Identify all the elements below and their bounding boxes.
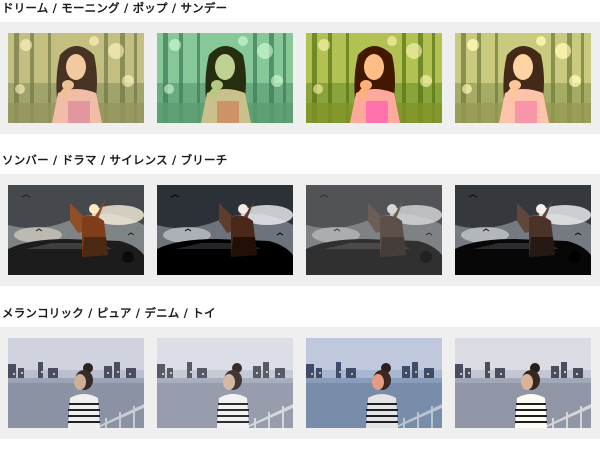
girl-pier-image [8,338,144,428]
thumbnail-pop[interactable] [306,33,442,123]
person-on-car-image [455,185,591,275]
thumbnail-sonbar[interactable] [8,185,144,275]
thumbnail-bleach[interactable] [455,185,591,275]
section-title-1: ドリーム / モーニング / ポップ / サンデー [2,1,228,15]
thumbnail-silence[interactable] [306,185,442,275]
thumbnail-dream[interactable] [8,33,144,123]
portrait-forest-image [455,33,591,123]
person-on-car-image [8,185,144,275]
girl-pier-image [306,338,442,428]
portrait-forest-image [8,33,144,123]
person-on-car-image [157,185,293,275]
person-on-car-image [306,185,442,275]
thumbnail-drama[interactable] [157,185,293,275]
thumbnail-sunday[interactable] [455,33,591,123]
portrait-forest-image [306,33,442,123]
thumbnail-melancholic[interactable] [8,338,144,428]
thumbnail-toy[interactable] [455,338,591,428]
girl-pier-image [157,338,293,428]
section-title-2: ソンバー / ドラマ / サイレンス / ブリーチ [2,153,228,167]
thumbnail-morning[interactable] [157,33,293,123]
thumbnail-pure[interactable] [157,338,293,428]
thumbnail-denim[interactable] [306,338,442,428]
portrait-forest-image [157,33,293,123]
girl-pier-image [455,338,591,428]
section-title-3: メランコリック / ピュア / デニム / トイ [2,306,216,320]
